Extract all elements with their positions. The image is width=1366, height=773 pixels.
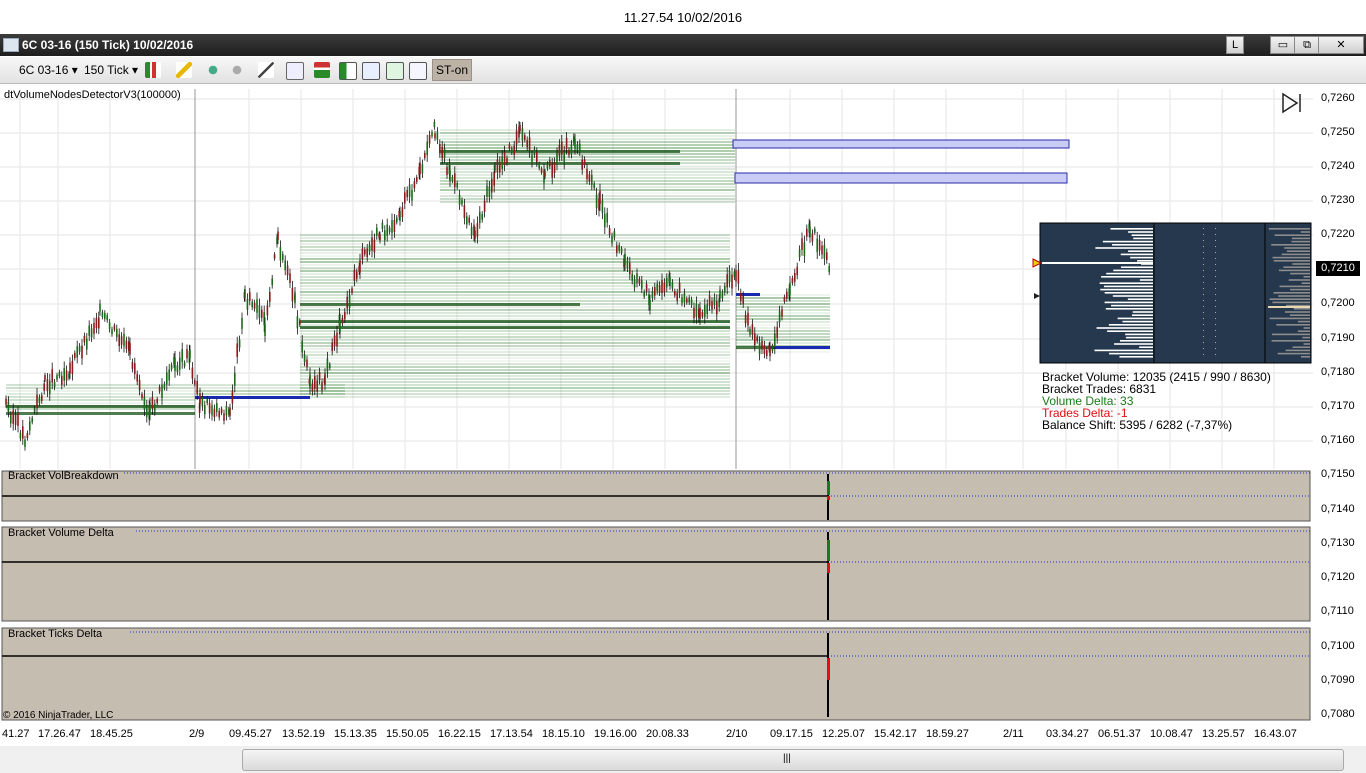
time-axis-label: 18.45.25 [90, 728, 133, 740]
price-axis-label: 0,7260 [1321, 92, 1355, 104]
panel-title-ticks-delta: Bracket Ticks Delta [8, 628, 103, 640]
interval-selector[interactable]: 150 Tick ▾ [84, 63, 138, 77]
time-axis-label: 41.27 [2, 728, 30, 740]
volume-delta-panel [1, 526, 1311, 622]
time-axis-label: 16.43.07 [1254, 728, 1297, 740]
price-axis-label: 0,7100 [1321, 640, 1355, 652]
price-axis-label: 0,7190 [1321, 332, 1355, 344]
minimize-button[interactable]: ▭ [1270, 36, 1296, 54]
resistance-zone-box[interactable] [732, 139, 1070, 149]
price-axis-label: 0,7140 [1321, 503, 1355, 515]
price-axis-label: 0,7230 [1321, 194, 1355, 206]
chart-toolbar: 6C 03-16 ▾ 150 Tick ▾ ST-on [0, 57, 1366, 84]
window-title: 6C 03-16 (150 Tick) 10/02/2016 [22, 38, 194, 52]
chevron-down-icon: ▾ [132, 63, 139, 77]
copyright: © 2016 NinjaTrader, LLC [3, 710, 114, 721]
interval-label: 150 Tick [84, 63, 129, 77]
order-entry-icon[interactable] [314, 62, 330, 78]
price-axis-label: 0,7220 [1321, 228, 1355, 240]
price-axis-label: 0,7180 [1321, 366, 1355, 378]
time-axis-label: 18.59.27 [926, 728, 969, 740]
time-axis-label: 18.15.10 [542, 728, 585, 740]
time-axis-label: 15.50.05 [386, 728, 429, 740]
properties-icon[interactable] [409, 62, 427, 80]
time-axis-label: 17.26.47 [38, 728, 81, 740]
balance-shift: Balance Shift: 5395 / 6282 (-7,37%) [1042, 418, 1233, 432]
panel-title-volume-delta: Bracket Volume Delta [8, 527, 114, 539]
indicators-icon[interactable] [339, 62, 357, 80]
price-axis-label: 0,7170 [1321, 400, 1355, 412]
price-axis-label: 0,7120 [1321, 571, 1355, 583]
price-axis-label: 0,7080 [1321, 708, 1355, 720]
time-axis-label: 15.13.35 [334, 728, 377, 740]
time-axis-label: 10.08.47 [1150, 728, 1193, 740]
data-box-icon[interactable] [386, 62, 404, 80]
bracket-stats: Bracket Volume: 12035 (2415 / 990 / 8630… [1042, 371, 1271, 431]
window-titlebar[interactable]: 6C 03-16 (150 Tick) 10/02/2016 L ▭ ⧉ ✕ [0, 34, 1366, 56]
indicator-label: dtVolumeNodesDetectorV3(100000) [4, 89, 181, 101]
screen-timestamp: 11.27.54 10/02/2016 [623, 10, 743, 25]
horizontal-scrollbar[interactable]: ||| [242, 749, 1344, 771]
instrument-selector[interactable]: 6C 03-16 ▾ [19, 63, 78, 77]
crosshair-icon[interactable] [205, 62, 221, 78]
price-axis-label: 0,7090 [1321, 674, 1355, 686]
time-axis-label: 2/11 [1003, 728, 1024, 740]
price-axis-label: 0,7130 [1321, 537, 1355, 549]
time-axis-label: 2/9 [189, 728, 205, 740]
price-axis-label: 0,7200 [1321, 297, 1355, 309]
ticks-delta-panel [1, 627, 1311, 721]
zoom-icon[interactable] [286, 62, 304, 80]
restore-button[interactable]: ⧉ [1294, 36, 1320, 54]
chart-app-icon [3, 38, 19, 52]
time-axis-label: 03.34.27 [1046, 728, 1089, 740]
price-axis-label: 0,7240 [1321, 160, 1355, 172]
time-axis-label: 17.13.54 [490, 728, 533, 740]
resistance-zone-box[interactable] [734, 172, 1068, 184]
time-axis-label: 2/10 [726, 728, 748, 740]
global-crosshair-icon[interactable] [229, 62, 245, 78]
price-axis-label: 0,7250 [1321, 126, 1355, 138]
time-axis-label: 13.25.57 [1202, 728, 1245, 740]
vol-breakdown-panel [1, 470, 1311, 522]
chart-style-icon[interactable] [145, 62, 161, 78]
current-price-label: 0,7210 [1316, 261, 1360, 276]
pointer-icon[interactable] [258, 62, 274, 78]
instrument-label: 6C 03-16 [19, 63, 69, 77]
close-button[interactable]: ✕ [1318, 36, 1364, 54]
time-axis-label: 20.08.33 [646, 728, 689, 740]
strategies-icon[interactable] [362, 62, 380, 80]
time-axis-label: 16.22.15 [438, 728, 481, 740]
time-axis-label: 06.51.37 [1098, 728, 1141, 740]
st-on-button[interactable]: ST-on [432, 59, 472, 81]
scroll-grip-icon[interactable]: ||| [783, 753, 791, 764]
pencil-icon[interactable] [176, 62, 192, 78]
panel-title-vol-breakdown: Bracket VolBreakdown [8, 470, 119, 482]
chevron-down-icon: ▾ [71, 63, 78, 77]
link-button[interactable]: L [1226, 36, 1244, 54]
time-axis-label: 19.16.00 [594, 728, 637, 740]
time-axis-label: 09.17.15 [770, 728, 813, 740]
time-axis-label: 15.42.17 [874, 728, 917, 740]
price-axis-label: 0,7110 [1321, 605, 1354, 617]
volume-profile-box [1032, 222, 1312, 364]
price-axis-label: 0,7160 [1321, 434, 1355, 446]
time-axis-label: 09.45.27 [229, 728, 272, 740]
time-axis-label: 12.25.07 [822, 728, 865, 740]
time-axis[interactable]: 41.27 17.26.47 18.45.25 2/9 09.45.27 13.52.19… [0, 727, 1313, 743]
price-axis-label: 0,7150 [1321, 468, 1355, 480]
time-axis-label: 13.52.19 [282, 728, 325, 740]
price-axis[interactable]: 0,7260 0,7250 0,7240 0,7230 0,7220 0,7200 0,71… [1313, 84, 1366, 736]
